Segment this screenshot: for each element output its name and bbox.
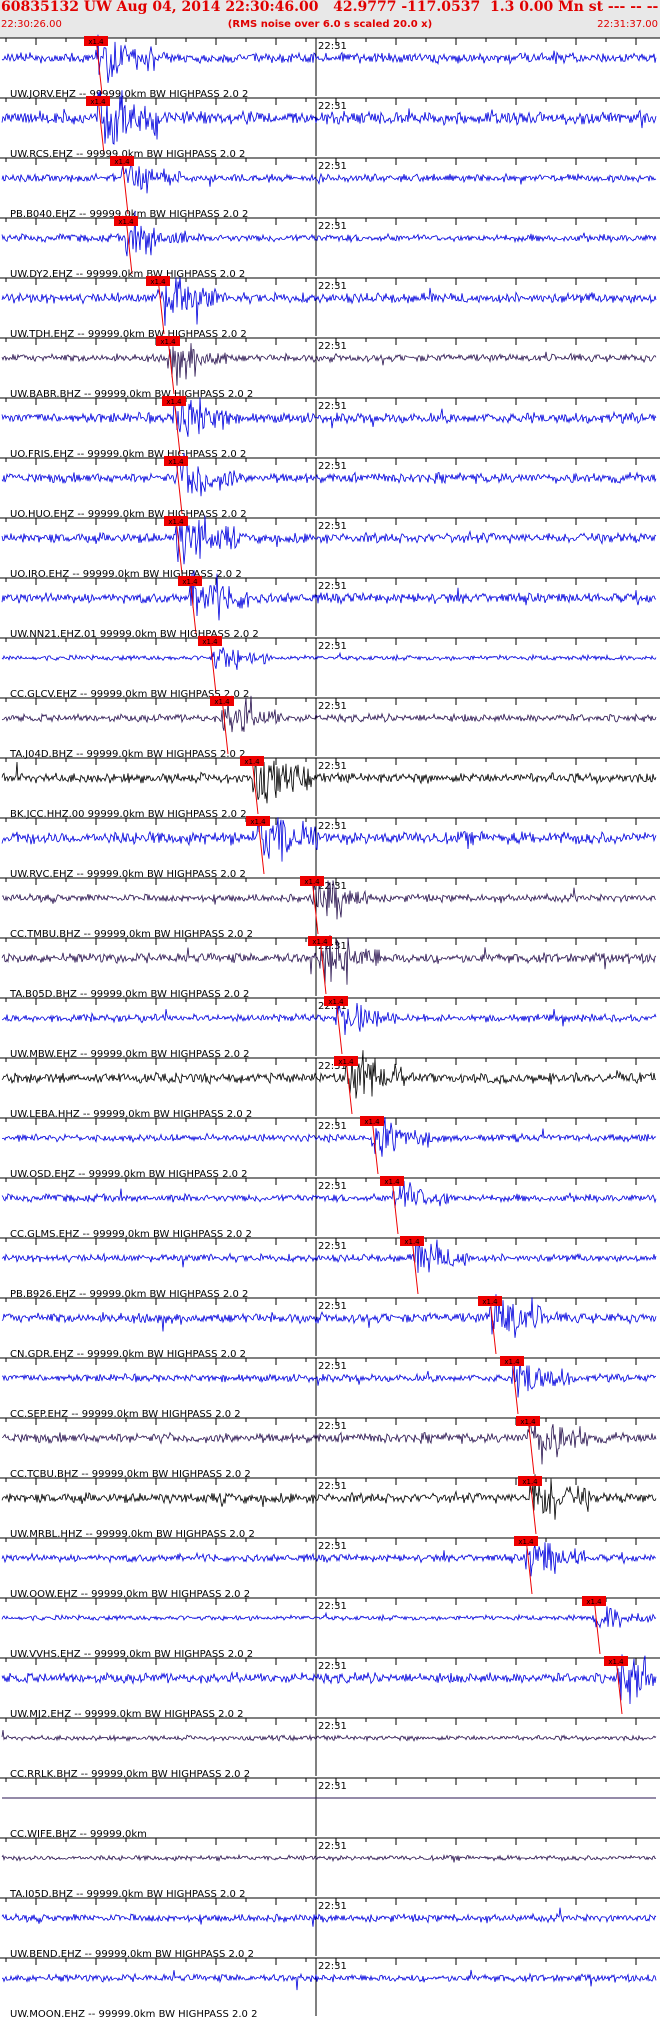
pick-line	[175, 457, 183, 515]
minute-label: 22:31	[318, 1661, 347, 1672]
minute-label: 22:31	[318, 461, 347, 472]
minute-label: 22:31	[318, 761, 347, 772]
pick-line	[511, 1357, 519, 1415]
minute-label: 22:31	[318, 101, 347, 112]
minute-label: 22:31	[318, 701, 347, 712]
pick-label: x1.4	[90, 98, 106, 106]
seismogram-plot: 22:31x1.4UW.JORV.EHZ -- 99999.0km BW HIG…	[0, 34, 660, 2018]
minute-label: 22:31	[318, 1901, 347, 1912]
pick-label: x1.4	[312, 938, 328, 946]
waveform-trace	[1, 1853, 657, 1863]
pick-label: x1.4	[244, 758, 260, 766]
pick-label: x1.4	[88, 38, 104, 46]
minute-label: 22:31	[318, 581, 347, 592]
pick-label: x1.4	[182, 578, 198, 586]
pick-line	[371, 1117, 379, 1175]
pick-label: x1.4	[118, 218, 134, 226]
pick-label: x1.4	[520, 1418, 536, 1426]
pick-line	[525, 1537, 533, 1595]
pick-line	[95, 37, 103, 95]
minute-label: 22:31	[318, 221, 347, 232]
pick-label: x1.4	[404, 1238, 420, 1246]
pick-line	[121, 157, 129, 215]
pick-label: x1.4	[384, 1178, 400, 1186]
pick-label: x1.4	[586, 1598, 602, 1606]
pick-line	[391, 1177, 399, 1235]
minute-label: 22:31	[318, 341, 347, 352]
minute-label: 22:31	[318, 1361, 347, 1372]
pick-label: x1.4	[114, 158, 130, 166]
minute-label: 22:31	[318, 1601, 347, 1612]
pick-line	[125, 217, 133, 275]
pick-label: x1.4	[338, 1058, 354, 1066]
pick-label: x1.4	[364, 1118, 380, 1126]
minute-label: 22:31	[318, 1781, 347, 1792]
pick-label: x1.4	[168, 518, 184, 526]
pick-label: x1.4	[168, 458, 184, 466]
minute-label: 22:31	[318, 1241, 347, 1252]
pick-line	[345, 1057, 353, 1115]
pick-label: x1.4	[250, 818, 266, 826]
pick-label: x1.4	[150, 278, 166, 286]
pick-label: x1.4	[214, 698, 230, 706]
pick-label: x1.4	[304, 878, 320, 886]
minute-label: 22:31	[318, 1841, 347, 1852]
minute-label: 22:31	[318, 1121, 347, 1132]
minute-label: 22:31	[318, 1181, 347, 1192]
minute-label: 22:31	[318, 1421, 347, 1432]
minute-label: 22:31	[318, 41, 347, 52]
pick-label: x1.4	[522, 1478, 538, 1486]
minute-label: 22:31	[318, 281, 347, 292]
waveform-trace	[1, 1969, 657, 1991]
pick-label: x1.4	[482, 1298, 498, 1306]
pick-label: x1.4	[160, 338, 176, 346]
minute-label: 22:31	[318, 821, 347, 832]
pick-label: x1.4	[504, 1358, 520, 1366]
pick-label: x1.4	[166, 398, 182, 406]
minute-label: 22:31	[318, 521, 347, 532]
minute-label: 22:31	[318, 1721, 347, 1732]
pick-line	[157, 277, 165, 335]
minute-label: 22:31	[318, 641, 347, 652]
pick-label: x1.4	[328, 998, 344, 1006]
minute-label: 22:31	[318, 401, 347, 412]
minute-label: 22:31	[318, 1961, 347, 1972]
minute-label: 22:31	[318, 161, 347, 172]
pick-label: x1.4	[608, 1658, 624, 1666]
pick-label: x1.4	[518, 1538, 534, 1546]
minute-label: 22:31	[318, 1541, 347, 1552]
pick-label: x1.4	[202, 638, 218, 646]
station-label: UW.MOON.EHZ -- 99999.0km BW HIGHPASS 2.0…	[10, 2009, 257, 2018]
minute-label: 22:31	[318, 1301, 347, 1312]
minute-label: 22:31	[318, 1481, 347, 1492]
